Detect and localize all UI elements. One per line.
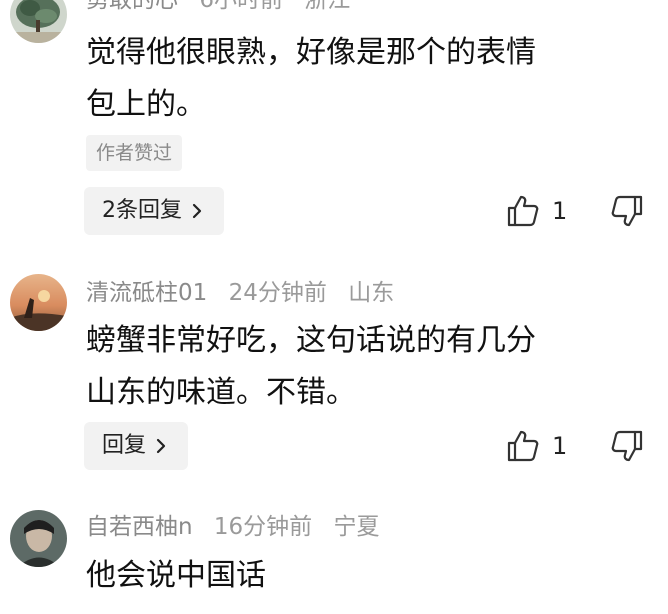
comment-time: 24分钟前	[228, 280, 327, 306]
avatar[interactable]	[10, 274, 67, 331]
comment-location: 山东	[348, 280, 395, 306]
comment-time: 6小时前	[199, 0, 283, 13]
comment-text: 他会说中国话	[86, 558, 266, 593]
comment-meta: 自若西柚n 16分钟前 宁夏	[86, 511, 393, 543]
author-liked-badge: 作者赞过	[86, 135, 183, 171]
dislike-button[interactable]	[610, 422, 644, 470]
reply-button[interactable]: 回复	[84, 422, 189, 470]
comment-time: 16分钟前	[213, 514, 313, 540]
like-button[interactable]: 1	[506, 422, 567, 470]
like-count: 1	[552, 197, 568, 225]
comment-meta: 勇敢的心 6小时前 浙江	[86, 0, 364, 16]
thumbs-down-icon	[611, 195, 643, 227]
person-avatar-icon	[10, 510, 67, 567]
sunset-avatar-icon	[10, 274, 67, 331]
comment-meta: 清流砥柱01 24分钟前 山东	[86, 277, 408, 309]
view-replies-button[interactable]: 2条回复	[84, 187, 224, 235]
avatar[interactable]	[10, 510, 67, 567]
comment-text: 螃蟹非常好吃，这句话说的有几分 山东的味道。不错。	[86, 323, 536, 410]
thumbs-up-icon	[507, 430, 539, 462]
dislike-button[interactable]	[610, 187, 644, 235]
comment-text: 觉得他很眼熟，好像是那个的表情 包上的。	[86, 35, 536, 122]
like-count: 1	[552, 432, 568, 460]
thumbs-up-icon	[507, 195, 539, 227]
avatar[interactable]	[10, 0, 67, 43]
username[interactable]: 清流砥柱01	[86, 280, 207, 306]
thumbs-down-icon	[611, 430, 643, 462]
chevron-right-icon	[192, 203, 202, 219]
reply-label: 回复	[102, 433, 147, 458]
username[interactable]: 自若西柚n	[86, 514, 193, 540]
comment-location: 浙江	[304, 0, 351, 13]
tree-avatar-icon	[10, 0, 67, 43]
comment-location: 宁夏	[333, 514, 380, 540]
username[interactable]: 勇敢的心	[86, 0, 178, 13]
reply-label: 2条回复	[102, 198, 182, 223]
chevron-right-icon	[156, 438, 166, 454]
like-button[interactable]: 1	[506, 187, 567, 235]
